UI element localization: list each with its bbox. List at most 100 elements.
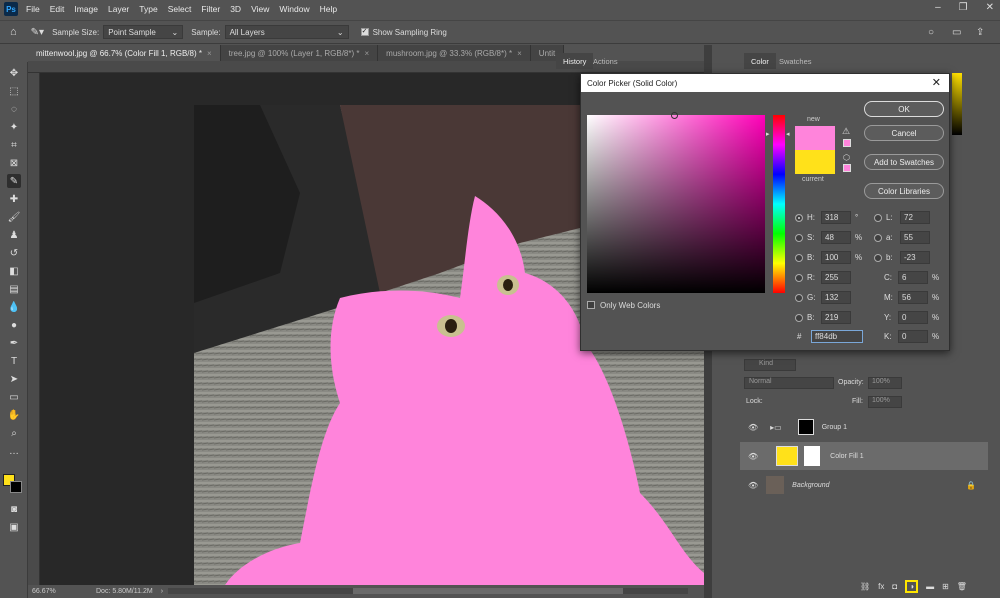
- brush-tool-icon[interactable]: 🖌: [7, 210, 21, 224]
- blue-radio[interactable]: [795, 313, 803, 322]
- rectangle-tool-icon[interactable]: ▭: [7, 390, 21, 404]
- doc-tab-mushroom[interactable]: mushroom.jpg @ 33.3% (RGB/8*) * ×: [378, 45, 531, 61]
- layer-kind-filter[interactable]: Kind: [744, 359, 796, 371]
- layer-group-1[interactable]: 👁 ▸▭ Group 1: [740, 413, 988, 441]
- type-tool-icon[interactable]: T: [7, 354, 21, 368]
- link-layers-icon[interactable]: ⛓: [860, 582, 870, 591]
- l-input[interactable]: 72: [900, 211, 930, 224]
- a-input[interactable]: 55: [900, 231, 930, 244]
- swatches-tab[interactable]: Swatches: [772, 53, 819, 69]
- magenta-input[interactable]: 56: [898, 291, 928, 304]
- cancel-button[interactable]: Cancel: [864, 125, 944, 141]
- adjustment-layer-icon[interactable]: ◑: [905, 580, 919, 593]
- only-web-colors-checkbox[interactable]: [587, 301, 595, 309]
- opacity-field[interactable]: 100%: [868, 377, 902, 389]
- close-icon[interactable]: ✕: [932, 76, 941, 89]
- saturation-radio[interactable]: [795, 233, 803, 242]
- eye-icon[interactable]: 👁: [748, 481, 758, 490]
- a-radio[interactable]: [874, 233, 882, 242]
- color-field-cursor[interactable]: [671, 112, 678, 119]
- hue-slider[interactable]: [773, 115, 785, 293]
- maximize-icon[interactable]: ❐: [959, 2, 968, 13]
- hue-radio[interactable]: [795, 213, 803, 222]
- current-color-preview[interactable]: [795, 150, 835, 174]
- hand-tool-icon[interactable]: ✋: [7, 408, 21, 422]
- eraser-tool-icon[interactable]: ◧: [7, 264, 21, 278]
- screen-mode-icon[interactable]: ▣: [7, 520, 21, 534]
- workspace-icon[interactable]: ▭: [952, 27, 961, 38]
- gamut-swatch[interactable]: [843, 139, 851, 147]
- sample-select[interactable]: All Layers ⌄: [224, 25, 349, 39]
- b-lab-radio[interactable]: [874, 253, 882, 262]
- brightness-input[interactable]: 100: [821, 251, 851, 264]
- eye-icon[interactable]: 👁: [748, 423, 758, 432]
- black-input[interactable]: 0: [898, 330, 928, 343]
- search-icon[interactable]: ○: [928, 27, 934, 38]
- blend-mode-select[interactable]: Normal: [744, 377, 834, 389]
- blue-input[interactable]: 219: [821, 311, 851, 324]
- l-radio[interactable]: [874, 213, 882, 222]
- blur-tool-icon[interactable]: 💧: [7, 300, 21, 314]
- web-safe-cube-icon[interactable]: ⬡: [843, 153, 850, 162]
- menu-type[interactable]: Type: [139, 4, 157, 14]
- out-of-gamut-warning-icon[interactable]: ⚠: [842, 126, 850, 137]
- eyedropper-preset-icon[interactable]: ✎▾: [31, 27, 44, 38]
- yellow-input[interactable]: 0: [898, 311, 928, 324]
- menu-help[interactable]: Help: [320, 4, 337, 14]
- hue-slider-arrow-icon[interactable]: ▸: [766, 130, 770, 138]
- color-libraries-button[interactable]: Color Libraries: [864, 183, 944, 199]
- healing-brush-tool-icon[interactable]: ✚: [7, 192, 21, 206]
- menu-filter[interactable]: Filter: [201, 4, 220, 14]
- zoom-tool-icon[interactable]: ⌕: [7, 426, 21, 440]
- trash-icon[interactable]: 🗑: [957, 582, 967, 591]
- red-input[interactable]: 255: [821, 271, 851, 284]
- fill-field[interactable]: 100%: [868, 396, 902, 408]
- web-safe-swatch[interactable]: [843, 164, 851, 172]
- pen-tool-icon[interactable]: ✒: [7, 336, 21, 350]
- hex-input[interactable]: ff84db: [811, 330, 863, 343]
- green-input[interactable]: 132: [821, 291, 851, 304]
- red-radio[interactable]: [795, 273, 803, 282]
- close-window-icon[interactable]: ✕: [986, 2, 994, 13]
- horizontal-scrollbar[interactable]: [168, 588, 688, 594]
- menu-edit[interactable]: Edit: [50, 4, 65, 14]
- share-icon[interactable]: ⇪: [976, 27, 984, 38]
- clone-stamp-tool-icon[interactable]: ♟: [7, 228, 21, 242]
- menu-file[interactable]: File: [26, 4, 40, 14]
- menu-3d[interactable]: 3D: [230, 4, 241, 14]
- gradient-tool-icon[interactable]: ▤: [7, 282, 21, 296]
- move-tool-icon[interactable]: ✥: [7, 66, 21, 80]
- background-color-swatch[interactable]: [10, 481, 22, 493]
- frame-tool-icon[interactable]: ⊠: [7, 156, 21, 170]
- green-radio[interactable]: [795, 293, 803, 302]
- ok-button[interactable]: OK: [864, 101, 944, 117]
- layer-color-fill-1[interactable]: 👁 Color Fill 1: [740, 442, 988, 470]
- new-group-icon[interactable]: ▬: [926, 582, 934, 591]
- menu-layer[interactable]: Layer: [108, 4, 129, 14]
- history-brush-tool-icon[interactable]: ↺: [7, 246, 21, 260]
- color-field[interactable]: [587, 115, 765, 293]
- cyan-input[interactable]: 6: [898, 271, 928, 284]
- marquee-tool-icon[interactable]: ⬚: [7, 84, 21, 98]
- menu-select[interactable]: Select: [168, 4, 192, 14]
- quick-select-tool-icon[interactable]: ✦: [7, 120, 21, 134]
- menu-image[interactable]: Image: [74, 4, 98, 14]
- color-ramp[interactable]: [952, 73, 962, 135]
- new-layer-icon[interactable]: ⊞: [942, 582, 949, 591]
- minimize-icon[interactable]: –: [935, 2, 941, 13]
- photoshop-logo[interactable]: Ps: [4, 2, 18, 16]
- brightness-radio[interactable]: [795, 253, 803, 262]
- show-sampling-ring-checkbox[interactable]: ✓: [360, 28, 369, 36]
- more-tools-icon[interactable]: …: [7, 444, 21, 458]
- doc-tab-mittenwool[interactable]: mittenwool.jpg @ 66.7% (Color Fill 1, RG…: [28, 45, 221, 61]
- eye-icon[interactable]: 👁: [748, 452, 758, 461]
- dodge-tool-icon[interactable]: ●: [7, 318, 21, 332]
- layer-background[interactable]: 👁 Background 🔒: [740, 472, 988, 498]
- doc-tab-tree[interactable]: tree.jpg @ 100% (Layer 1, RGB/8*) * ×: [220, 45, 379, 61]
- menu-view[interactable]: View: [251, 4, 269, 14]
- sample-size-select[interactable]: Point Sample ⌄: [103, 25, 184, 39]
- lasso-tool-icon[interactable]: ◌: [7, 102, 21, 116]
- fx-icon[interactable]: fx: [878, 582, 884, 591]
- eyedropper-tool-icon[interactable]: ✎: [7, 174, 21, 188]
- b-lab-input[interactable]: -23: [900, 251, 930, 264]
